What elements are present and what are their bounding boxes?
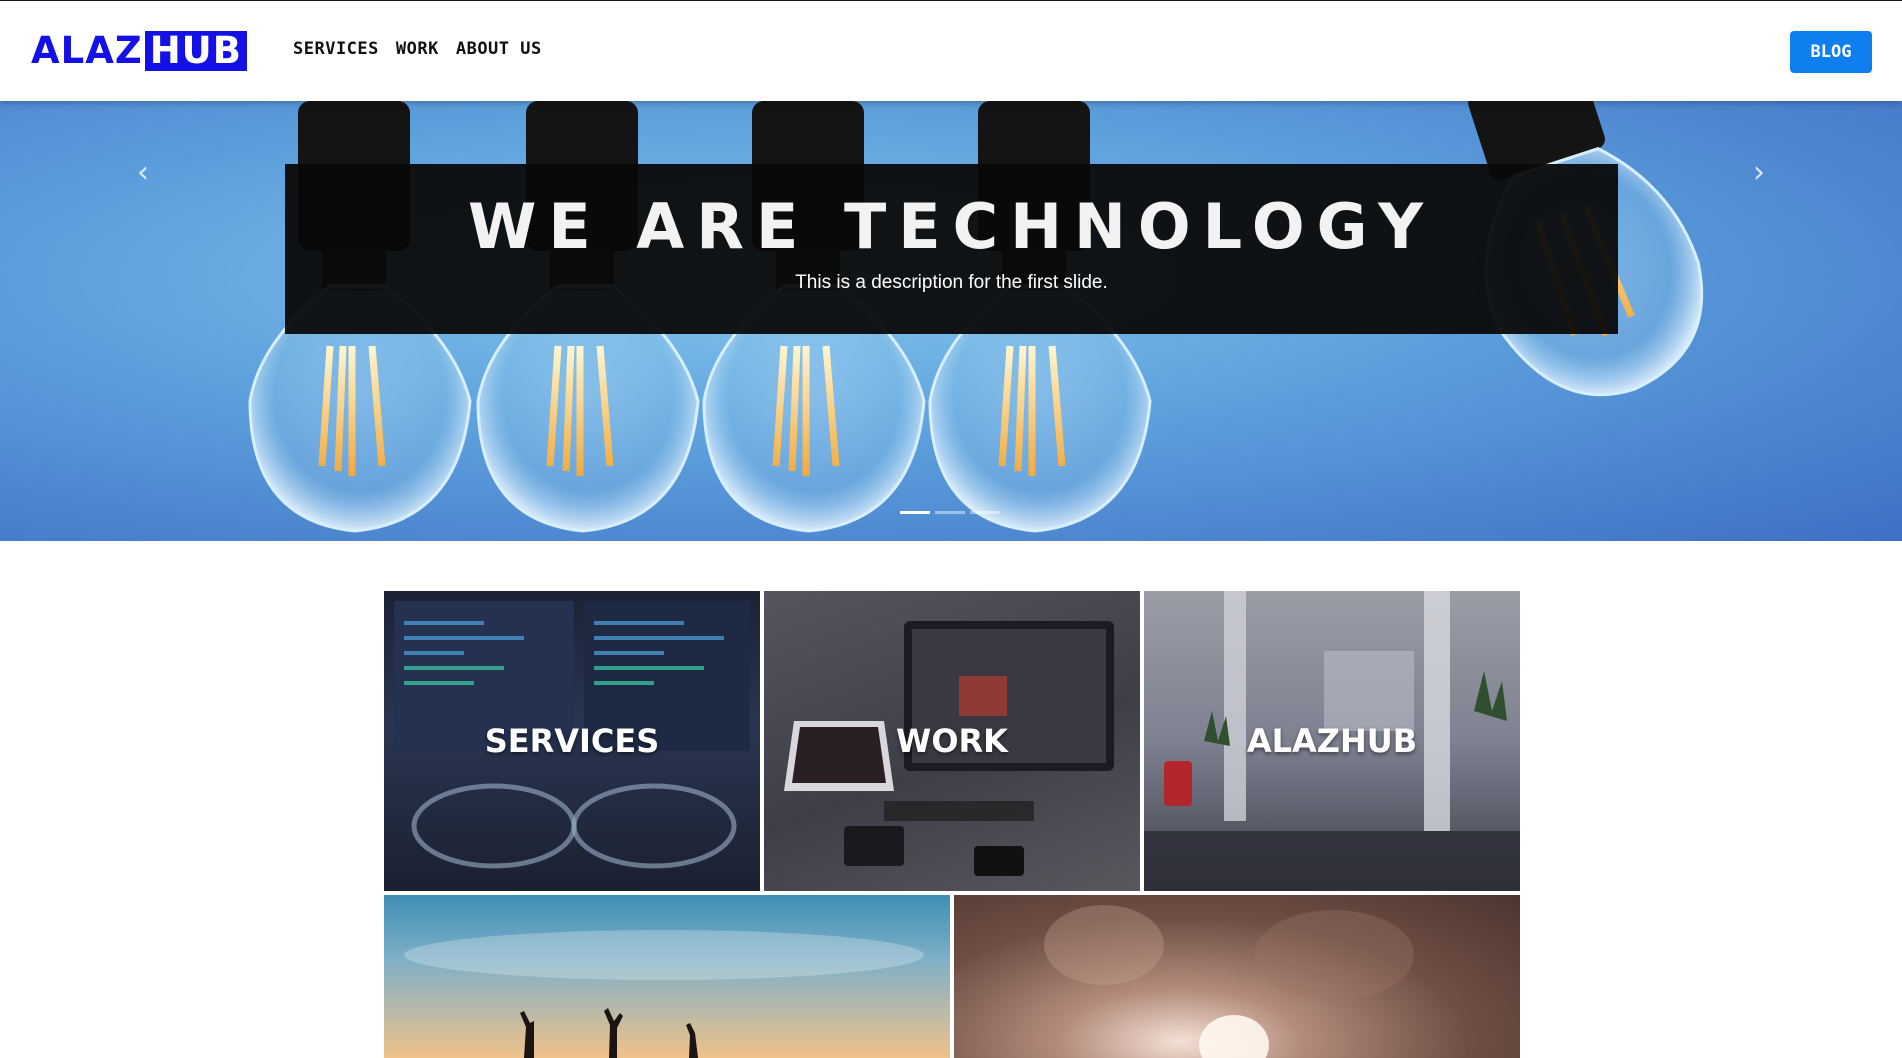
nav-link-services[interactable]: SERVICES	[293, 39, 379, 59]
navbar: ALAZ HUB SERVICES WORK ABOUT US BLOG	[0, 0, 1902, 101]
tile-alazhub[interactable]: ALAZHUB	[1144, 591, 1520, 891]
main-nav: SERVICES WORK ABOUT US	[293, 39, 542, 59]
carousel-next-arrow[interactable]: ›	[1744, 158, 1774, 188]
carousel-indicator-2[interactable]	[935, 511, 965, 514]
slide-title: WE ARE TECHNOLOGY	[467, 190, 1436, 263]
chevron-left-icon: ‹	[137, 155, 149, 190]
chevron-right-icon: ›	[1753, 155, 1765, 190]
slide-caption: WE ARE TECHNOLOGY This is a description …	[285, 164, 1618, 334]
carousel-indicators	[900, 511, 1000, 514]
tile-bokeh[interactable]	[954, 895, 1520, 1058]
slide-description: This is a description for the first slid…	[795, 272, 1108, 293]
tile-work-label: WORK	[896, 722, 1008, 760]
logo-text-hub: HUB	[144, 31, 247, 71]
tile-alazhub-label: ALAZHUB	[1246, 722, 1418, 760]
celebration-sky-image	[404, 930, 924, 1058]
tile-services[interactable]: SERVICES	[384, 591, 760, 891]
logo[interactable]: ALAZ HUB	[31, 31, 247, 71]
carousel-indicator-3[interactable]	[970, 511, 1000, 514]
tile-work[interactable]: WORK	[764, 591, 1140, 891]
tile-team[interactable]	[384, 895, 950, 1058]
tile-services-label: SERVICES	[484, 722, 660, 760]
logo-text-alaz: ALAZ	[31, 29, 143, 72]
hero-carousel: ‹ › WE ARE TECHNOLOGY This is a descript…	[0, 101, 1902, 541]
bokeh-image	[1044, 905, 1414, 1058]
nav-link-about-us[interactable]: ABOUT US	[456, 39, 542, 59]
nav-link-work[interactable]: WORK	[396, 39, 439, 59]
blog-button[interactable]: BLOG	[1790, 31, 1872, 73]
carousel-indicator-1[interactable]	[900, 511, 930, 514]
carousel-prev-arrow[interactable]: ‹	[128, 158, 158, 188]
